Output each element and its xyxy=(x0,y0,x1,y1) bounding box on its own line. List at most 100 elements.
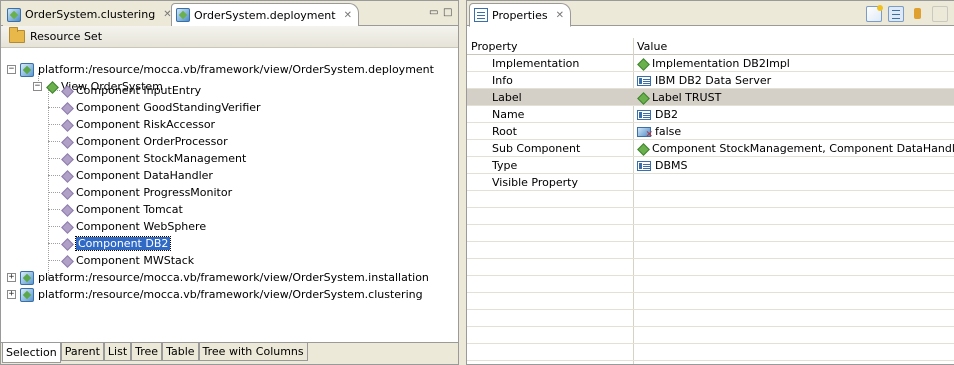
tree-node-component[interactable]: Component RiskAccessor xyxy=(61,116,215,133)
table-row[interactable]: Sub Component Component StockManagement,… xyxy=(467,140,954,157)
maximize-icon[interactable]: □ xyxy=(443,7,452,18)
folder-icon xyxy=(9,27,25,43)
tree-node-label: platform:/resource/mocca.vb/framework/vi… xyxy=(38,288,423,301)
collapse-icon[interactable]: − xyxy=(7,65,16,74)
empty-row xyxy=(467,208,954,225)
table-row[interactable]: Visible Property xyxy=(467,174,954,191)
component-icon xyxy=(637,143,648,154)
tree-node-component[interactable]: Component DataHandler xyxy=(61,167,213,184)
view-icon xyxy=(46,81,57,92)
tab-properties[interactable]: Properties ✕ xyxy=(469,3,571,27)
tree-node-component[interactable]: Component StockManagement xyxy=(61,150,246,167)
property-name: Implementation xyxy=(492,57,580,70)
property-name: Info xyxy=(492,74,513,87)
resource-tree: − platform:/resource/mocca.vb/framework/… xyxy=(1,48,458,342)
property-name: Visible Property xyxy=(492,176,578,189)
editor-tab-bar: OrderSystem.clustering ✕ OrderSystem.dep… xyxy=(1,1,458,27)
resource-icon xyxy=(20,287,34,302)
tree-node-component[interactable]: Component GoodStandingVerifier xyxy=(61,99,261,116)
column-header-value[interactable]: Value xyxy=(637,40,667,53)
column-header-property[interactable]: Property xyxy=(471,40,518,53)
property-value: DB2 xyxy=(655,108,679,121)
tree-node-component[interactable]: Component MWStack xyxy=(61,252,194,269)
list-icon xyxy=(637,160,651,171)
pane-splitter[interactable] xyxy=(459,0,466,365)
empty-row xyxy=(467,310,954,327)
tab-tree[interactable]: Tree xyxy=(131,343,163,361)
empty-row xyxy=(467,191,954,208)
empty-row xyxy=(467,344,954,361)
close-icon[interactable]: ✕ xyxy=(344,10,352,21)
component-icon xyxy=(61,187,72,198)
table-row[interactable]: Type DBMS xyxy=(467,157,954,174)
property-value: Implementation DB2Impl xyxy=(652,57,790,70)
table-row[interactable]: Root false xyxy=(467,123,954,140)
boolean-icon xyxy=(637,126,653,140)
table-row[interactable]: Name DB2 xyxy=(467,106,954,123)
properties-table: Property Value Implementation Implementa… xyxy=(467,38,954,364)
tree-node-label: Component ProgressMonitor xyxy=(76,186,233,199)
component-icon xyxy=(61,102,72,113)
collapse-icon[interactable]: − xyxy=(33,82,42,91)
expand-icon[interactable]: + xyxy=(7,273,16,282)
table-row[interactable]: Implementation Implementation DB2Impl xyxy=(467,55,954,72)
tree-node-clustering-root[interactable]: + platform:/resource/mocca.vb/framework/… xyxy=(7,286,423,303)
empty-row xyxy=(467,225,954,242)
tree-node-installation-root[interactable]: + platform:/resource/mocca.vb/framework/… xyxy=(7,269,429,286)
tree-node-component[interactable]: Component Tomcat xyxy=(61,201,183,218)
component-icon xyxy=(61,238,72,249)
resource-editor-pane: OrderSystem.clustering ✕ OrderSystem.dep… xyxy=(0,0,459,365)
component-icon xyxy=(61,255,72,266)
component-icon xyxy=(61,153,72,164)
expand-icon[interactable]: + xyxy=(7,290,16,299)
empty-row xyxy=(467,276,954,293)
tab-label: Properties xyxy=(492,8,548,22)
resource-set-header[interactable]: Resource Set xyxy=(1,26,458,48)
tab-parent[interactable]: Parent xyxy=(60,343,104,361)
tab-ordersystem-deployment[interactable]: OrderSystem.deployment ✕ xyxy=(171,3,359,27)
tab-ordersystem-clustering[interactable]: OrderSystem.clustering ✕ xyxy=(3,3,178,26)
close-icon[interactable]: ✕ xyxy=(556,10,564,21)
tree-node-label: Component Tomcat xyxy=(76,203,183,216)
property-value: DBMS xyxy=(655,159,688,172)
tree-node-label: Component InputEntry xyxy=(76,84,202,97)
component-icon xyxy=(637,92,648,103)
tab-tree-with-columns[interactable]: Tree with Columns xyxy=(198,343,308,361)
tab-selection[interactable]: Selection xyxy=(2,343,61,363)
new-icon[interactable] xyxy=(866,5,883,22)
resource-set-label: Resource Set xyxy=(30,30,103,43)
diagram-icon xyxy=(176,8,190,22)
resource-icon xyxy=(20,62,34,77)
tree-node-label: Component MWStack xyxy=(76,254,195,267)
tab-table[interactable]: Table xyxy=(162,343,199,361)
minimize-icon[interactable]: ▭ xyxy=(429,7,438,18)
tree-node-label: platform:/resource/mocca.vb/framework/vi… xyxy=(38,63,434,76)
property-name: Root xyxy=(492,125,517,138)
component-icon xyxy=(637,58,648,69)
tab-list[interactable]: List xyxy=(103,343,132,361)
component-icon xyxy=(61,221,72,232)
tree-node-component[interactable]: Component OrderProcessor xyxy=(61,133,228,150)
tree-node-component[interactable]: Component InputEntry xyxy=(61,82,201,99)
tree-node-deployment-root[interactable]: − platform:/resource/mocca.vb/framework/… xyxy=(7,61,434,78)
restore-default-icon[interactable] xyxy=(932,6,948,22)
property-value: false xyxy=(655,125,682,138)
tree-node-component-selected[interactable]: Component DB2 xyxy=(61,235,172,252)
property-value: IBM DB2 Data Server xyxy=(655,74,772,87)
properties-icon xyxy=(474,8,488,22)
table-row-selected[interactable]: Label Label TRUST xyxy=(467,89,954,106)
property-name: Type xyxy=(492,159,518,172)
tree-node-label: Component WebSphere xyxy=(76,220,207,233)
list-icon xyxy=(637,75,651,86)
show-advanced-icon[interactable] xyxy=(910,6,926,22)
tree-node-label: Component StockManagement xyxy=(76,152,247,165)
tree-node-component[interactable]: Component ProgressMonitor xyxy=(61,184,232,201)
tree-node-label: Component OrderProcessor xyxy=(76,135,228,148)
properties-tab-bar: Properties ✕ xyxy=(467,1,954,27)
table-row[interactable]: Info IBM DB2 Data Server xyxy=(467,72,954,89)
tree-node-component[interactable]: Component WebSphere xyxy=(61,218,206,235)
component-icon xyxy=(61,204,72,215)
show-categories-icon[interactable] xyxy=(888,6,904,22)
property-name: Label xyxy=(492,91,522,104)
tree-node-label: platform:/resource/mocca.vb/framework/vi… xyxy=(38,271,429,284)
